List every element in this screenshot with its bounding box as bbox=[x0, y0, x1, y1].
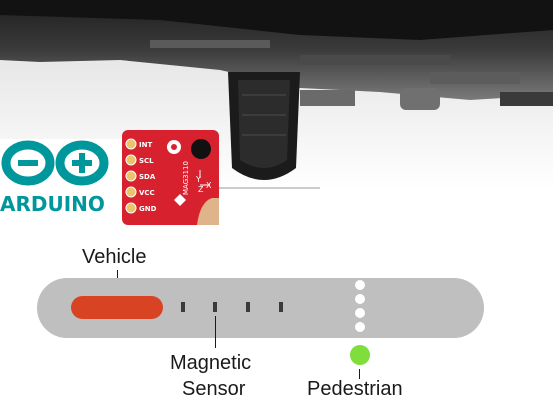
magnetic-sensor-2 bbox=[213, 302, 217, 312]
pin-label-sda: SDA bbox=[139, 173, 156, 181]
magnetic-sensor-4 bbox=[279, 302, 283, 312]
magnetic-sensor-3 bbox=[246, 302, 250, 312]
magnetic-sensor-1 bbox=[181, 302, 185, 312]
infinity-minus-plus-icon bbox=[1, 140, 109, 186]
magnetometer-board: INT SCL SDA VCC GND MAG3110 X Y Z bbox=[122, 130, 219, 225]
crosswalk-dot-2 bbox=[355, 294, 365, 304]
axis-label-z: Z bbox=[198, 185, 204, 194]
arduino-logo: ARDUINO bbox=[0, 139, 122, 219]
chip-label: MAG3110 bbox=[182, 161, 190, 195]
pedestrian-label: Pedestrian bbox=[307, 378, 403, 400]
crosswalk-dot-4 bbox=[355, 322, 365, 332]
pin-label-vcc: VCC bbox=[139, 189, 155, 197]
pin-label-int: INT bbox=[139, 141, 152, 149]
pin-label-scl: SCL bbox=[139, 157, 154, 165]
arduino-wordmark: ARDUINO bbox=[0, 192, 105, 216]
magnetic-label: Magnetic bbox=[170, 352, 252, 374]
crosswalk-dot-1 bbox=[355, 280, 365, 290]
sensor-leader-line bbox=[215, 316, 216, 348]
pedestrian-marker bbox=[350, 345, 370, 365]
crosswalk-dot-3 bbox=[355, 308, 365, 318]
sensor-label: Sensor bbox=[182, 378, 246, 400]
gear-icon bbox=[167, 140, 181, 154]
sensor-chip bbox=[191, 139, 211, 159]
vehicle-label: Vehicle bbox=[82, 246, 147, 268]
vehicle-marker bbox=[71, 296, 163, 319]
pin-label-gnd: GND bbox=[139, 205, 157, 213]
